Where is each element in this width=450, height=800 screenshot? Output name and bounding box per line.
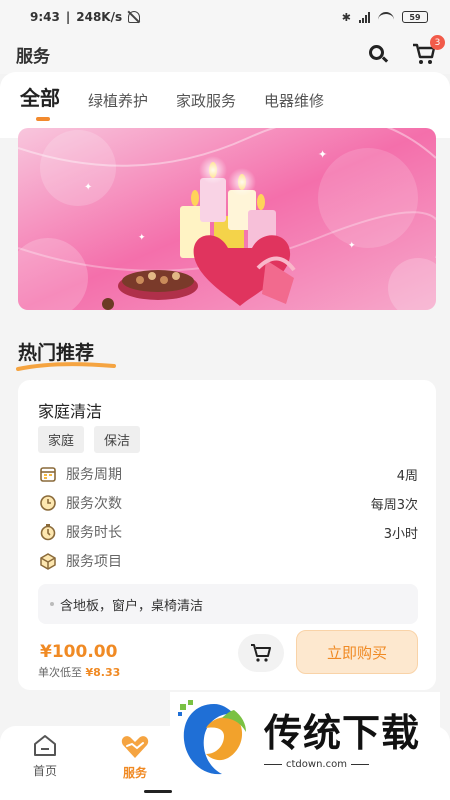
title-underline — [16, 362, 116, 371]
service-items-box: 含地板，窗户，桌椅清洁 — [38, 584, 418, 624]
home-icon — [34, 735, 56, 756]
add-to-cart-button[interactable] — [238, 634, 284, 672]
nav-home[interactable]: 首页 — [15, 734, 75, 779]
tab-housekeeping[interactable]: 家政服务 — [176, 90, 236, 121]
main-content: 全部 绿植养护 家政服务 电器维修 ✦ ✦ ✦ ✦ 热门推荐 家庭清洁 家庭 保… — [0, 72, 450, 800]
cart-button[interactable]: 3 — [412, 35, 445, 65]
tab-plant-care[interactable]: 绿植养护 — [88, 90, 148, 121]
page-title: 服务 — [16, 46, 50, 67]
nav-label: 首页 — [32, 764, 57, 778]
nav-service[interactable]: 服务 — [105, 734, 165, 781]
home-indicator — [144, 790, 172, 793]
status-time: 9:43 — [30, 10, 60, 24]
tab-appliance-repair[interactable]: 电器维修 — [264, 90, 324, 121]
info-label: 服务项目 — [66, 554, 122, 570]
clock-icon — [38, 493, 58, 513]
tag: 家庭 — [38, 426, 85, 453]
calendar-icon — [38, 464, 58, 484]
info-label: 服务周期 — [66, 467, 122, 483]
service-icon — [121, 736, 149, 758]
bluetooth-icon: ✱ — [341, 10, 351, 24]
price-per-session: 单次低至 ¥8.33 — [38, 666, 121, 679]
info-value: 4周 — [396, 468, 418, 484]
signal-icon — [359, 11, 370, 23]
info-value: 3小时 — [383, 526, 418, 542]
status-net-speed: 248K/s — [76, 10, 123, 24]
svg-text:✦: ✦ — [318, 148, 327, 161]
promo-banner[interactable]: ✦ ✦ ✦ ✦ — [18, 128, 436, 310]
app-header: 服务 3 — [0, 34, 450, 74]
section-title-hot: 热门推荐 — [18, 342, 95, 364]
svg-text:✦: ✦ — [138, 233, 146, 243]
info-label: 服务时长 — [66, 525, 122, 541]
svg-text:✦: ✦ — [84, 182, 92, 193]
wifi-icon — [378, 12, 394, 22]
watermark-url: ctdown.com — [286, 758, 347, 770]
service-tags: 家庭 保洁 — [38, 426, 141, 453]
watermark-logo — [176, 698, 252, 782]
battery-icon: 59 — [402, 11, 428, 23]
tag: 保洁 — [94, 426, 141, 453]
info-value: 每周3次 — [370, 497, 418, 513]
bell-mute-icon — [128, 11, 141, 23]
info-label: 服务次数 — [66, 496, 122, 512]
info-row-duration: 服务时长 3小时 — [38, 520, 418, 544]
banner-image: ✦ ✦ ✦ ✦ — [18, 128, 436, 310]
service-title: 家庭清洁 — [38, 402, 103, 421]
service-card[interactable]: 家庭清洁 家庭 保洁 服务周期 4周 服务次数 每周3次 服务时长 3小时 服务… — [18, 380, 436, 690]
watermark-title: 传统下载 — [264, 710, 421, 755]
cart-icon — [251, 644, 271, 662]
svg-text:✦: ✦ — [348, 241, 356, 251]
info-row-frequency: 服务次数 每周3次 — [38, 491, 418, 515]
service-items-text: 含地板，窗户，桌椅清洁 — [60, 598, 204, 614]
box-icon — [38, 551, 58, 571]
search-icon[interactable] — [368, 44, 389, 64]
price: ¥100.00 — [40, 642, 118, 662]
status-bar: 9:43 | 248K/s ✱ 59 — [0, 0, 450, 34]
watermark: 传统下载 ctdown.com — [170, 692, 440, 788]
info-row-items: 服务项目 — [38, 549, 418, 573]
cart-badge: 3 — [430, 35, 445, 50]
stopwatch-icon — [38, 522, 58, 542]
buy-now-button[interactable]: 立即购买 — [296, 630, 418, 674]
nav-label: 服务 — [122, 766, 147, 780]
tab-all[interactable]: 全部 — [20, 82, 60, 121]
info-row-period: 服务周期 4周 — [38, 462, 418, 486]
category-tabs: 全部 绿植养护 家政服务 电器维修 — [20, 82, 324, 121]
